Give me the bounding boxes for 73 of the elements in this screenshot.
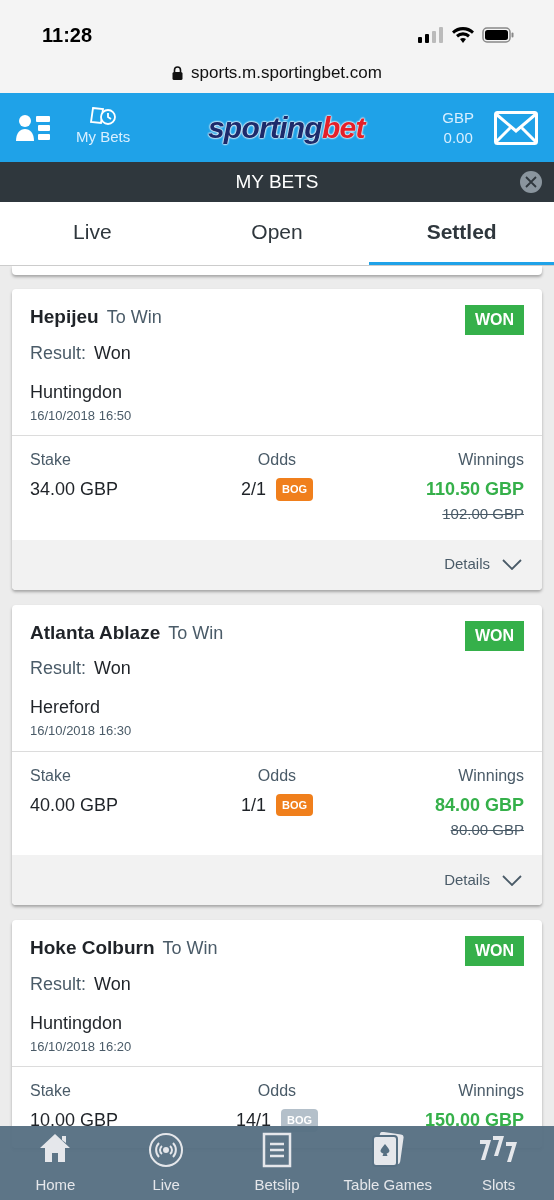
result-value: Won <box>94 972 131 996</box>
wifi-icon <box>452 27 474 43</box>
stake-value: 34.00 GBP <box>30 478 120 501</box>
result-label: Result: <box>30 972 87 996</box>
nav-item[interactable]: Slots <box>443 1132 554 1200</box>
details-toggle[interactable]: Details <box>444 553 522 576</box>
sportingbet-logo: sportingbet <box>207 110 365 146</box>
betslip-icon <box>262 1132 292 1168</box>
market-name: To Win <box>162 937 218 960</box>
stake-value: 10.00 GBP <box>30 1109 120 1132</box>
nav-item[interactable]: Home <box>0 1132 111 1200</box>
stake-value: 40.00 GBP <box>30 793 120 817</box>
status-time: 11:28 <box>42 23 93 48</box>
signal-icon <box>418 27 444 43</box>
bog-badge: BOG <box>275 793 314 817</box>
selection-name: Hepijeu <box>30 305 99 329</box>
nav-item[interactable]: Table Games <box>332 1132 444 1200</box>
venue: Hereford <box>30 696 102 719</box>
odds-value: 14/1 <box>235 1109 271 1132</box>
page-title: MY BETS <box>235 169 319 194</box>
nav-item[interactable]: Live <box>110 1132 222 1200</box>
currency-label: GBP <box>442 107 474 128</box>
close-button[interactable] <box>520 171 542 193</box>
battery-icon <box>482 27 514 43</box>
stake-label: Stake <box>30 765 72 786</box>
winnings-label: Winnings <box>458 450 524 470</box>
market-name: To Win <box>106 306 162 329</box>
close-icon <box>525 176 537 188</box>
lock-icon <box>172 65 184 80</box>
stake-label: Stake <box>30 1081 72 1101</box>
result-value: Won <box>94 341 131 365</box>
cards-icon <box>369 1132 406 1168</box>
status-badge: WON <box>464 305 524 335</box>
tab[interactable]: Live <box>0 202 185 265</box>
account-icon <box>16 113 50 142</box>
mail-icon[interactable] <box>494 110 538 145</box>
winnings-value: 110.50 GBP <box>425 478 524 501</box>
odds-label: Odds <box>257 1081 297 1101</box>
odds-label: Odds <box>257 765 297 786</box>
venue: Huntingdon <box>30 380 124 404</box>
bet-history-icon <box>89 106 118 127</box>
balance-value: 0.00 <box>443 127 473 148</box>
chevron-down-icon <box>502 559 522 570</box>
account-menu-button[interactable] <box>16 113 50 142</box>
status-badge: WON <box>464 620 524 651</box>
event-datetime: 16/10/2018 16:20 <box>30 1037 133 1056</box>
result-value: Won <box>94 657 131 680</box>
selection-name: Hoke Colburn <box>30 936 155 960</box>
venue: Huntingdon <box>30 1011 124 1035</box>
broadcast-icon <box>148 1132 185 1168</box>
original-winnings: 102.00 GBP <box>442 504 524 524</box>
result-label: Result: <box>30 657 87 680</box>
bog-badge: BOG <box>275 478 314 501</box>
result-label: Result: <box>30 341 87 365</box>
odds-value: 1/1 <box>240 793 266 817</box>
status-badge: WON <box>464 936 524 966</box>
url-text[interactable]: sports.m.sportingbet.com <box>191 60 382 86</box>
event-datetime: 16/10/2018 16:30 <box>30 722 133 740</box>
details-toggle[interactable]: Details <box>444 868 522 892</box>
winnings-label: Winnings <box>458 1081 524 1101</box>
chevron-down-icon <box>502 874 522 886</box>
odds-label: Odds <box>257 450 297 470</box>
original-winnings: 80.00 GBP <box>450 819 524 840</box>
market-name: To Win <box>168 621 224 645</box>
winnings-label: Winnings <box>458 765 524 786</box>
winnings-value: 150.00 GBP <box>424 1109 524 1132</box>
odds-value: 2/1 <box>240 478 266 501</box>
stake-label: Stake <box>30 450 72 470</box>
selection-name: Atlanta Ablaze <box>30 620 161 645</box>
nav-item[interactable]: Betslip <box>221 1132 333 1200</box>
event-datetime: 16/10/2018 16:50 <box>30 406 133 425</box>
winnings-value: 84.00 GBP <box>434 793 524 817</box>
tab[interactable]: Open <box>184 202 370 265</box>
